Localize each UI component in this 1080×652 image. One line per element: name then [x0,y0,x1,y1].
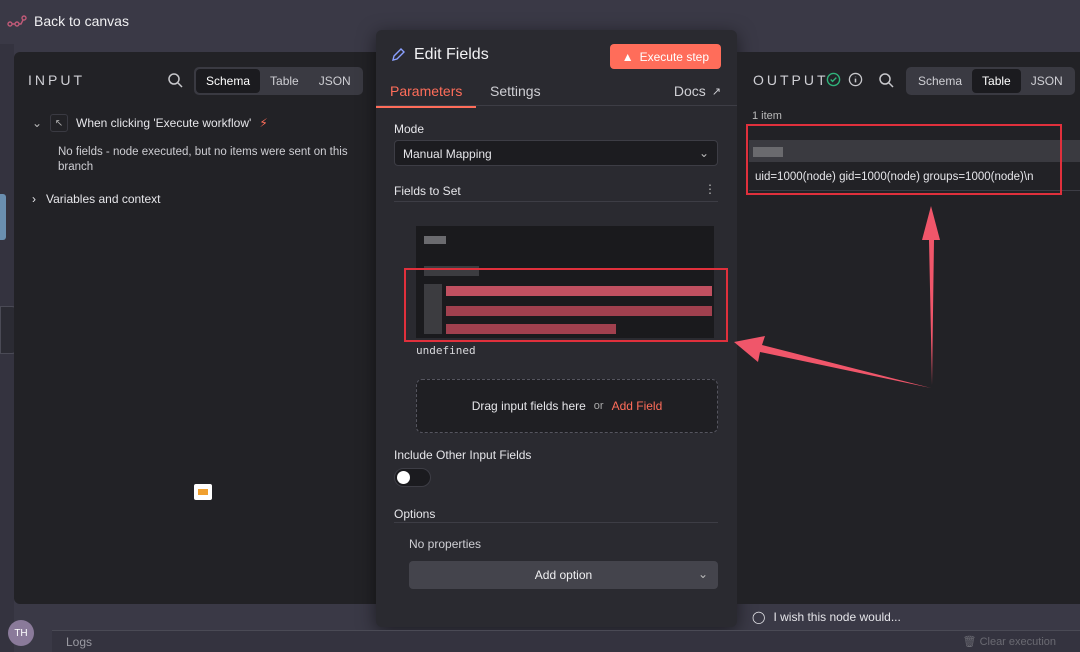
no-properties-text: No properties [409,537,482,551]
logs-label[interactable]: Logs [66,635,92,649]
feedback-row[interactable]: ◯ I wish this node would... [752,610,901,624]
output-view-switch: Schema Table JSON [906,67,1075,95]
add-field-button[interactable]: Add Field [612,399,663,413]
input-view-schema[interactable]: Schema [196,69,261,93]
node-header: Edit Fields ▲ Execute step [376,30,737,78]
chevron-down-icon: ⌄ [697,567,708,581]
docs-link[interactable]: Docs ↗ [674,83,721,99]
flask-icon: ▲ [621,49,634,64]
search-icon[interactable] [167,72,183,88]
node-title: Edit Fields [390,46,489,64]
toggle-knob [397,471,410,484]
input-title: INPUT [28,72,85,88]
chevron-down-icon: ⌄ [32,116,43,130]
output-item-count: 1 item [752,110,782,122]
no-fields-message: No fields - node executed, but no items … [58,146,348,173]
external-link-icon: ↗ [711,85,721,98]
output-view-json[interactable]: JSON [1021,69,1073,93]
sticky-note-icon[interactable] [194,484,212,500]
bottom-bar: Logs 🗑 Clear execution [52,630,1080,652]
canvas-left-strip [0,44,18,652]
mode-label: Mode [394,122,425,136]
fields-to-set-label: Fields to Set [394,184,461,198]
tab-settings[interactable]: Settings [490,83,541,99]
chevron-right-icon: › [32,192,36,206]
mode-value: Manual Mapping [403,147,492,161]
tab-parameters[interactable]: Parameters [375,83,477,108]
clear-execution-label: Clear execution [979,636,1056,648]
variables-row[interactable]: › Variables and context [32,192,161,206]
flow-icon [7,15,27,27]
fields-to-set-header: Fields to Set ⋮ [394,182,718,202]
lightbulb-icon: ◯ [752,610,766,624]
more-options-icon[interactable]: ⋮ [704,182,716,196]
input-view-json[interactable]: JSON [309,69,361,93]
options-divider [394,522,718,523]
trigger-row[interactable]: ⌄ ↖ When clicking 'Execute workflow' ⚡ [32,114,268,132]
drop-zone[interactable]: Drag input fields here or Add Field [416,379,718,433]
mode-select[interactable]: Manual Mapping ⌄ [394,140,718,166]
back-to-canvas-button[interactable]: Back to canvas [6,10,129,32]
add-option-button[interactable]: Add option ⌄ [409,561,718,589]
cursor-icon: ↖ [50,114,68,132]
variables-label: Variables and context [46,192,161,206]
input-panel: INPUT Schema Table JSON ⌄ ↖ When clickin… [14,52,376,604]
output-title: OUTPUT [753,72,829,88]
search-icon[interactable] [878,72,894,88]
field-value-undefined: undefined [416,344,476,357]
edit-fields-panel: Edit Fields ▲ Execute step Parameters Se… [375,30,737,627]
chevron-down-icon: ⌄ [698,146,709,160]
trash-icon: 🗑 [962,636,977,648]
feedback-text: I wish this node would... [773,610,901,624]
drop-text: Drag input fields here [471,399,586,413]
bolt-icon: ⚡ [259,116,268,130]
drop-or: or [593,400,604,412]
include-other-toggle[interactable] [394,468,431,487]
avatar[interactable]: TH [8,620,34,646]
redacted-block [424,236,446,244]
annotation-box [404,268,728,342]
annotation-box [746,124,1062,195]
canvas-side-tab[interactable] [0,194,6,240]
input-view-switch: Schema Table JSON [194,67,363,95]
clear-execution-button[interactable]: 🗑 Clear execution [963,635,1056,648]
options-label: Options [394,507,436,521]
trigger-label: When clicking 'Execute workflow' [76,116,252,130]
pencil-icon [392,48,405,61]
add-option-label: Add option [534,568,593,582]
include-other-label: Include Other Input Fields [394,448,532,462]
output-view-schema[interactable]: Schema [908,69,972,93]
execute-step-label: Execute step [639,49,709,64]
back-label: Back to canvas [34,13,129,29]
node-title-text: Edit Fields [414,46,489,63]
execute-step-button[interactable]: ▲ Execute step [609,44,721,69]
info-icon[interactable] [848,72,863,87]
docs-label: Docs [673,83,706,99]
check-circle-icon [826,72,841,87]
node-tabs: Parameters Settings Docs ↗ [375,78,737,108]
output-view-table[interactable]: Table [972,69,1021,93]
input-view-table[interactable]: Table [260,69,309,93]
